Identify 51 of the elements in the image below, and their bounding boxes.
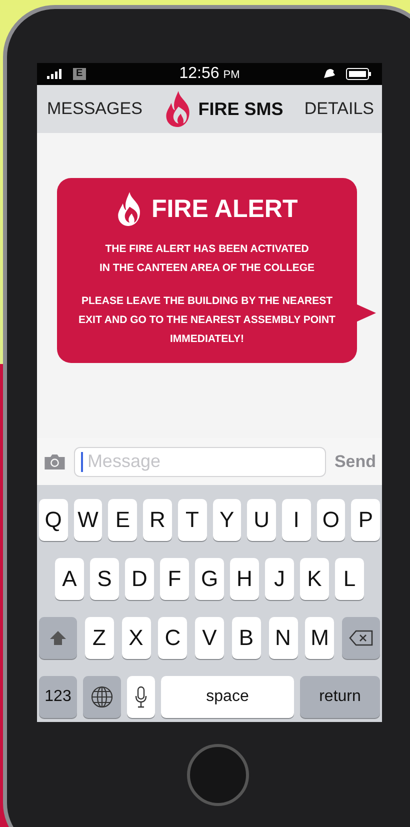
letter-key[interactable]: J bbox=[265, 558, 294, 600]
message-text: PLEASE LEAVE THE BUILDING BY THE NEAREST EXIT AND GO TO THE NEAREST ASSEMBLY POINT IMMEDIATELY! bbox=[78, 294, 336, 347]
letter-key[interactable]: G bbox=[195, 558, 224, 600]
signal-icon bbox=[47, 69, 63, 79]
letter-key[interactable]: K bbox=[300, 558, 329, 600]
letter-key[interactable]: S bbox=[90, 558, 119, 600]
letter-key[interactable]: U bbox=[247, 499, 276, 541]
globe-icon bbox=[91, 686, 113, 708]
delete-key[interactable] bbox=[342, 617, 380, 659]
alert-title: FIRE ALERT bbox=[151, 194, 298, 224]
letter-key[interactable]: B bbox=[232, 617, 261, 659]
letter-key[interactable]: C bbox=[158, 617, 188, 659]
letter-key[interactable]: F bbox=[160, 558, 189, 600]
flame-icon bbox=[164, 91, 192, 127]
letter-key[interactable]: M bbox=[305, 617, 334, 659]
letter-key[interactable]: T bbox=[178, 499, 207, 541]
globe-key[interactable] bbox=[83, 676, 121, 718]
letter-key[interactable]: P bbox=[351, 499, 380, 541]
space-key[interactable]: space bbox=[161, 676, 294, 718]
letter-key[interactable]: N bbox=[268, 617, 298, 659]
shift-icon bbox=[50, 631, 66, 645]
letter-key[interactable]: V bbox=[195, 617, 224, 659]
details-link[interactable]: DETAILS bbox=[304, 99, 374, 119]
letter-key[interactable]: X bbox=[122, 617, 150, 659]
shift-key[interactable] bbox=[39, 617, 77, 659]
microphone-icon bbox=[135, 686, 147, 708]
network-type: E bbox=[73, 68, 86, 80]
letter-key[interactable]: Q bbox=[39, 499, 68, 541]
messages-link[interactable]: MESSAGES bbox=[47, 99, 142, 119]
mic-key[interactable] bbox=[127, 676, 155, 718]
letter-key[interactable]: E bbox=[108, 499, 138, 541]
message-text: THE FIRE ALERT HAS BEEN ACTIVATED IN THE CANTEEN AREA OF THE COLLEGE bbox=[99, 242, 315, 276]
message-field[interactable]: Message bbox=[74, 446, 326, 476]
return-key[interactable]: return bbox=[300, 676, 380, 718]
letter-key[interactable]: R bbox=[143, 499, 172, 541]
letter-key[interactable]: D bbox=[125, 558, 154, 600]
app-title: FIRE SMS bbox=[198, 98, 284, 120]
battery-icon bbox=[346, 68, 372, 80]
letter-key[interactable]: O bbox=[316, 499, 346, 541]
letter-key[interactable]: A bbox=[55, 558, 84, 600]
camera-icon[interactable] bbox=[43, 452, 66, 472]
letter-key[interactable]: L bbox=[335, 558, 364, 600]
letter-key[interactable]: H bbox=[230, 558, 259, 600]
letter-key[interactable]: Z bbox=[84, 617, 114, 659]
text-cursor bbox=[81, 452, 84, 472]
backspace-icon bbox=[349, 630, 373, 646]
numbers-key[interactable]: 123 bbox=[39, 676, 77, 718]
letter-key[interactable]: I bbox=[282, 499, 311, 541]
letter-key[interactable]: Y bbox=[212, 499, 242, 541]
status-time: 12:56 PM bbox=[179, 65, 240, 83]
letter-key[interactable]: W bbox=[74, 499, 102, 541]
